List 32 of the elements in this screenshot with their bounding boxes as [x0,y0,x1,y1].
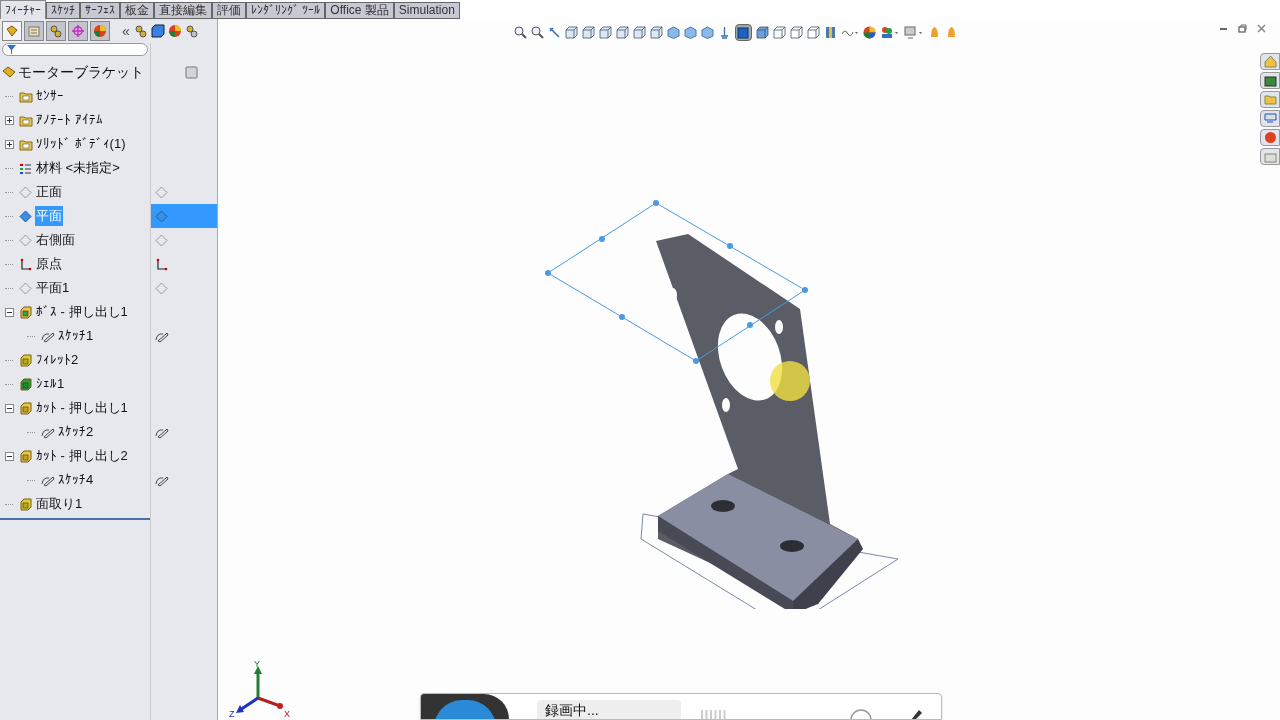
tree-item[interactable]: ｶｯﾄ - 押し出し1 [35,398,129,418]
command-tab[interactable]: ﾌｨｰﾁｬｰ [0,0,46,19]
command-tab[interactable]: ｻｰﾌｪｽ [80,2,120,19]
tree-item[interactable]: ｱﾉﾃｰﾄ ｱｲﾃﾑ [35,110,104,130]
tree-item[interactable]: ｿﾘｯﾄﾞ ﾎﾞﾃﾞｨ(1) [35,134,127,154]
tree-item[interactable]: 原点 [35,254,63,274]
axis-label: Z [229,709,235,718]
command-tab[interactable]: Office 製品 [325,2,394,19]
tree-item[interactable]: ﾎﾞｽ - 押し出し1 [35,302,129,322]
tree-item[interactable]: ｾﾝｻｰ [35,86,65,106]
axis-label: X [284,709,290,718]
tree-root-label[interactable]: モーターブラケット [18,61,144,83]
command-tab[interactable]: Simulation [393,2,460,19]
tree-item[interactable]: ｽｹｯﾁ1 [57,326,95,346]
tree-item[interactable]: 材料 <未指定> [35,158,121,178]
command-tab[interactable]: 評価 [212,2,246,19]
tree-item[interactable]: ｶｯﾄ - 押し出し2 [35,446,129,466]
tree-item[interactable]: 平面1 [35,278,71,298]
tree-item[interactable]: ｽｹｯﾁ2 [57,422,95,442]
recording-status: 録画中... [537,700,681,719]
tree-item[interactable]: 右側面 [35,230,76,250]
command-tab[interactable]: ｽｹｯﾁ [46,2,80,19]
command-tab[interactable]: 直接編集 [154,2,212,19]
tree-item[interactable]: 正面 [35,182,63,202]
collapse-button[interactable]: « [122,24,130,38]
tree-item[interactable]: ｼｪﾙ1 [35,374,66,394]
tree-item[interactable]: ｽｹｯﾁ4 [57,470,95,490]
axis-label: Y [254,660,260,669]
command-tab[interactable]: ﾚﾝﾀﾞﾘﾝｸﾞ ﾂｰﾙ [246,2,326,19]
tree-item[interactable]: ﾌｨﾚｯﾄ2 [35,350,80,370]
command-tab[interactable]: 板金 [120,2,154,19]
tree-item[interactable]: 面取り1 [35,494,84,514]
